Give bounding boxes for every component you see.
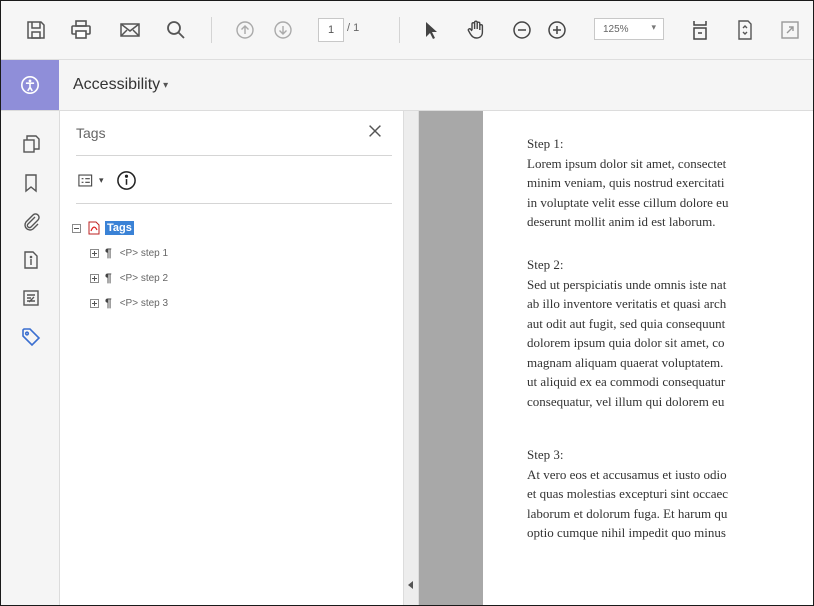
panel-divider (76, 203, 392, 204)
text-line: ut aliquid ex ea commodi consequatur (527, 374, 726, 389)
text-line: magnam aliquam quaerat voluptatem. (527, 354, 724, 370)
text-line: laborum et dolorum fuga. Et harum qu (527, 505, 728, 521)
document-section-3: Step 3: At vero eos et accusamus et iust… (527, 445, 813, 543)
toolbar-separator (211, 17, 212, 43)
tag-tree-item[interactable]: ¶ <P> step 3 (90, 295, 168, 311)
text-line: deserunt mollit anim id est laborum. (527, 214, 716, 229)
zoom-level-select[interactable]: 125% ▾ (594, 18, 664, 40)
expand-icon[interactable] (90, 273, 99, 283)
document-section-2: Step 2: Sed ut perspiciatis unde omnis i… (527, 255, 813, 411)
tag-tree-item-label: <P> step 2 (119, 272, 169, 284)
panel-splitter[interactable] (403, 111, 419, 605)
text-line: ab illo inventore veritatis et quasi arc… (527, 296, 727, 311)
accessibility-toolbar: Accessibility ▾ (1, 60, 813, 111)
text-line: optio cumque nihil impedit quo minus (527, 525, 726, 540)
zoom-value: 125% (603, 23, 629, 35)
tags-panel-title: Tags (76, 125, 106, 141)
document-properties-icon[interactable] (19, 248, 43, 272)
print-icon[interactable] (68, 17, 94, 43)
main-toolbar: 1 / 1 125% ▾ (1, 1, 813, 60)
text-line: dolorem ipsum quia dolor sit amet, co (527, 335, 725, 350)
bookmarks-icon[interactable] (19, 171, 43, 195)
close-icon[interactable] (363, 119, 387, 143)
pdf-document-icon (88, 221, 100, 235)
paragraph-tag-icon: ¶ (105, 271, 112, 285)
text-line: At vero eos et accusamus et iusto odio (527, 466, 727, 482)
content-icon[interactable] (19, 286, 43, 310)
document-page: Step 1: Lorem ipsum dolor sit amet, cons… (483, 111, 813, 605)
chevron-down-icon: ▾ (651, 22, 656, 32)
text-line: in voluptate velit esse cillum dolore eu (527, 194, 729, 210)
text-line: minim veniam, quis nostrud exercitati (527, 175, 725, 190)
email-icon[interactable] (117, 17, 143, 43)
document-section-1: Step 1: Lorem ipsum dolor sit amet, cons… (527, 134, 813, 232)
page-thumbnails-icon[interactable] (19, 132, 43, 156)
tag-tree-root[interactable]: Tags (72, 219, 134, 237)
accessibility-tool-button[interactable] (1, 60, 59, 110)
search-icon[interactable] (163, 17, 189, 43)
paragraph-tag-icon: ¶ (105, 296, 112, 310)
save-icon[interactable] (23, 17, 49, 43)
paragraph-tag-icon: ¶ (105, 246, 112, 260)
text-line: consequatur, vel illum qui dolorem eu (527, 393, 725, 409)
chevron-down-icon: ▾ (99, 174, 104, 185)
hand-tool-icon[interactable] (463, 17, 489, 43)
page-total-label: / 1 (347, 22, 360, 34)
select-cursor-icon[interactable] (417, 17, 443, 43)
page-up-icon[interactable] (232, 17, 258, 43)
options-menu-button[interactable]: ▾ (78, 168, 108, 192)
accessibility-icon (21, 76, 39, 94)
document-background (419, 111, 483, 605)
expand-icon[interactable] (90, 298, 99, 308)
tag-tree-item[interactable]: ¶ <P> step 2 (90, 270, 168, 286)
expand-icon[interactable] (90, 248, 99, 258)
page-number-input[interactable]: 1 (318, 18, 344, 42)
chevron-down-icon: ▾ (163, 80, 169, 91)
navigation-pane (1, 111, 60, 605)
panel-divider (76, 155, 392, 156)
zoom-in-icon[interactable] (544, 17, 570, 43)
options-list-icon (78, 174, 93, 186)
section-heading: Step 3: (527, 447, 564, 462)
text-line: aut odit aut fugit, sed quia consequunt (527, 315, 726, 331)
attachments-icon[interactable] (19, 209, 43, 233)
text-line: Sed ut perspiciatis unde omnis iste nat (527, 276, 727, 292)
collapse-icon[interactable] (72, 223, 81, 233)
acrobat-window: 1 / 1 125% ▾ Accessibility ▾ Tags ▾ Tags… (0, 0, 814, 606)
tag-tree-item-label: <P> step 3 (119, 297, 169, 309)
accessibility-menu[interactable]: Accessibility ▾ (73, 76, 168, 94)
collapse-pane-icon[interactable] (408, 581, 413, 589)
tag-tree-item-label: <P> step 1 (119, 247, 169, 259)
tags-icon[interactable] (19, 325, 43, 349)
scroll-mode-icon[interactable] (732, 17, 758, 43)
tag-tree-item[interactable]: ¶ <P> step 1 (90, 245, 168, 261)
text-line: Lorem ipsum dolor sit amet, consectet (527, 155, 727, 171)
tag-tree-root-label: Tags (105, 221, 134, 235)
text-line: et quas molestias excepturi sint occaec (527, 486, 729, 501)
page-down-icon[interactable] (270, 17, 296, 43)
full-screen-icon[interactable] (777, 17, 803, 43)
tags-panel: Tags ▾ Tags ¶ <P> step 1 ¶ <P> step 2 ¶ … (60, 111, 403, 605)
zoom-out-icon[interactable] (509, 17, 535, 43)
fit-page-icon[interactable] (687, 17, 713, 43)
section-heading: Step 2: (527, 257, 564, 272)
section-heading: Step 1: (527, 136, 564, 151)
toolbar-separator (399, 17, 400, 43)
accessibility-title: Accessibility (73, 76, 161, 93)
info-icon[interactable] (114, 168, 138, 192)
